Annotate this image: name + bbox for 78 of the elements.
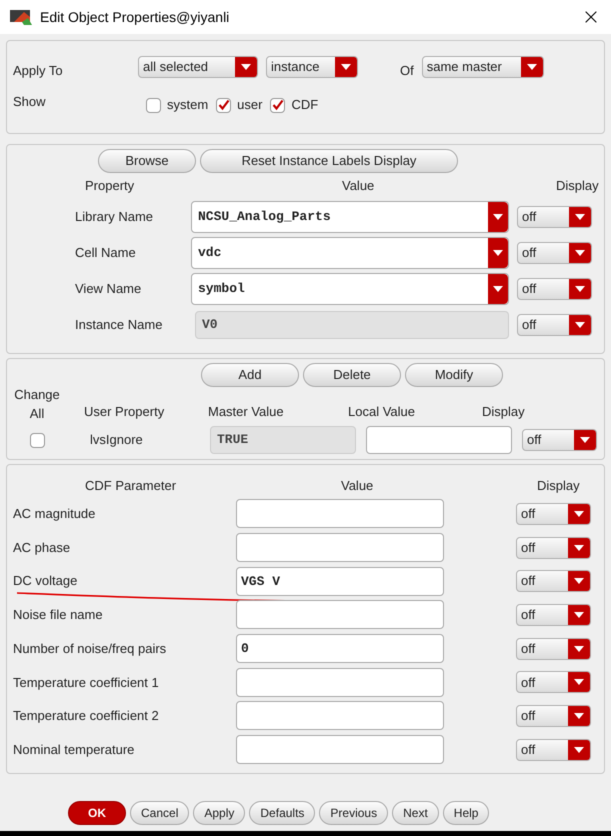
action-button[interactable]: Modify — [405, 363, 503, 387]
dialog-button[interactable]: Cancel — [130, 801, 190, 825]
value-combo-field[interactable]: symbol — [191, 273, 509, 305]
value-field[interactable]: VGS V — [236, 566, 444, 596]
property-label: lvsIgnore — [90, 431, 144, 450]
dialog-button[interactable]: OK — [68, 801, 126, 825]
parameter-label: Noise file name — [13, 606, 104, 624]
column-header: Display — [556, 177, 599, 196]
dropdown[interactable]: off — [522, 429, 597, 451]
field-label: Apply To — [13, 62, 64, 80]
action-button[interactable]: Add — [201, 363, 299, 387]
column-header: Master Value — [208, 402, 285, 420]
parameter-label: AC phase — [13, 538, 72, 557]
checkbox[interactable] — [216, 98, 232, 112]
dropdown[interactable]: off — [517, 206, 592, 228]
parameter-label: Temperature coefficient 2 — [13, 707, 160, 726]
window-title: Edit Object Properties@yiyanli — [40, 8, 230, 27]
dropdown[interactable]: off — [516, 502, 591, 525]
dropdown[interactable]: off — [516, 638, 591, 660]
value-field[interactable] — [236, 533, 444, 562]
value-combo-field[interactable]: vdc — [191, 237, 509, 269]
action-button[interactable]: Reset Instance Labels Display — [200, 149, 458, 173]
parameter-label: Temperature coefficient 1 — [13, 674, 160, 692]
checkbox[interactable] — [30, 432, 44, 448]
dialog-button[interactable]: Help — [442, 801, 490, 825]
value-field[interactable] — [236, 600, 444, 630]
checkbox-label: CDF — [291, 96, 318, 114]
dropdown[interactable]: off — [516, 671, 591, 694]
parameter-label: DC voltage — [13, 572, 78, 590]
field-label: Show — [13, 93, 47, 112]
dialog-button[interactable]: Apply — [193, 801, 246, 825]
value-field[interactable] — [236, 735, 444, 764]
parameter-label: Nominal temperature — [13, 740, 136, 759]
property-label: Cell Name — [75, 244, 137, 262]
action-button[interactable]: Browse — [98, 149, 196, 173]
dialog-button[interactable]: Previous — [319, 801, 388, 825]
property-label: Instance Name — [75, 316, 164, 334]
dropdown[interactable]: all selected — [138, 56, 258, 78]
value-field[interactable] — [236, 701, 444, 730]
column-header: Local Value — [348, 402, 416, 420]
column-header: Value — [342, 177, 376, 196]
field-label: Of — [400, 62, 414, 80]
value-field[interactable] — [236, 499, 444, 528]
column-header: CDF Parameter — [85, 477, 178, 496]
checkbox[interactable] — [270, 98, 286, 112]
master-value-field: TRUE — [210, 426, 356, 454]
column-header: Value — [341, 477, 374, 496]
parameter-label: Number of noise/freq pairs — [13, 640, 168, 658]
dropdown[interactable]: off — [516, 536, 591, 559]
dropdown[interactable]: off — [516, 570, 591, 592]
dropdown[interactable]: off — [517, 278, 592, 300]
dropdown[interactable]: off — [516, 604, 591, 626]
dropdown[interactable]: off — [517, 314, 592, 336]
value-field[interactable] — [236, 668, 444, 697]
dropdown[interactable]: off — [517, 242, 592, 264]
dropdown[interactable]: off — [516, 704, 591, 727]
dialog-button[interactable]: Next — [392, 801, 439, 825]
value-field[interactable]: 0 — [236, 634, 444, 664]
value-field: V0 — [195, 311, 509, 339]
property-label: Library Name — [75, 208, 154, 226]
column-header: Display — [482, 402, 525, 421]
dropdown[interactable]: same master — [422, 56, 544, 78]
checkbox[interactable] — [146, 98, 161, 112]
column-header: Display — [537, 477, 580, 496]
value-combo-field[interactable]: NCSU_Analog_Parts — [191, 201, 509, 233]
dropdown[interactable]: instance — [266, 56, 358, 78]
column-header: User Property — [84, 402, 166, 421]
column-header: Property — [85, 177, 136, 196]
dialog-button[interactable]: Defaults — [249, 801, 316, 825]
checkbox-label: user — [237, 96, 262, 114]
checkbox-label: system — [167, 96, 208, 114]
property-label: View Name — [75, 280, 142, 298]
app-logo-icon — [10, 9, 32, 25]
local-value-field[interactable] — [366, 426, 512, 454]
action-button[interactable]: Delete — [303, 363, 401, 387]
change-all-label: Change All — [13, 386, 61, 423]
dropdown[interactable]: off — [516, 738, 591, 761]
parameter-label: AC magnitude — [13, 505, 96, 524]
